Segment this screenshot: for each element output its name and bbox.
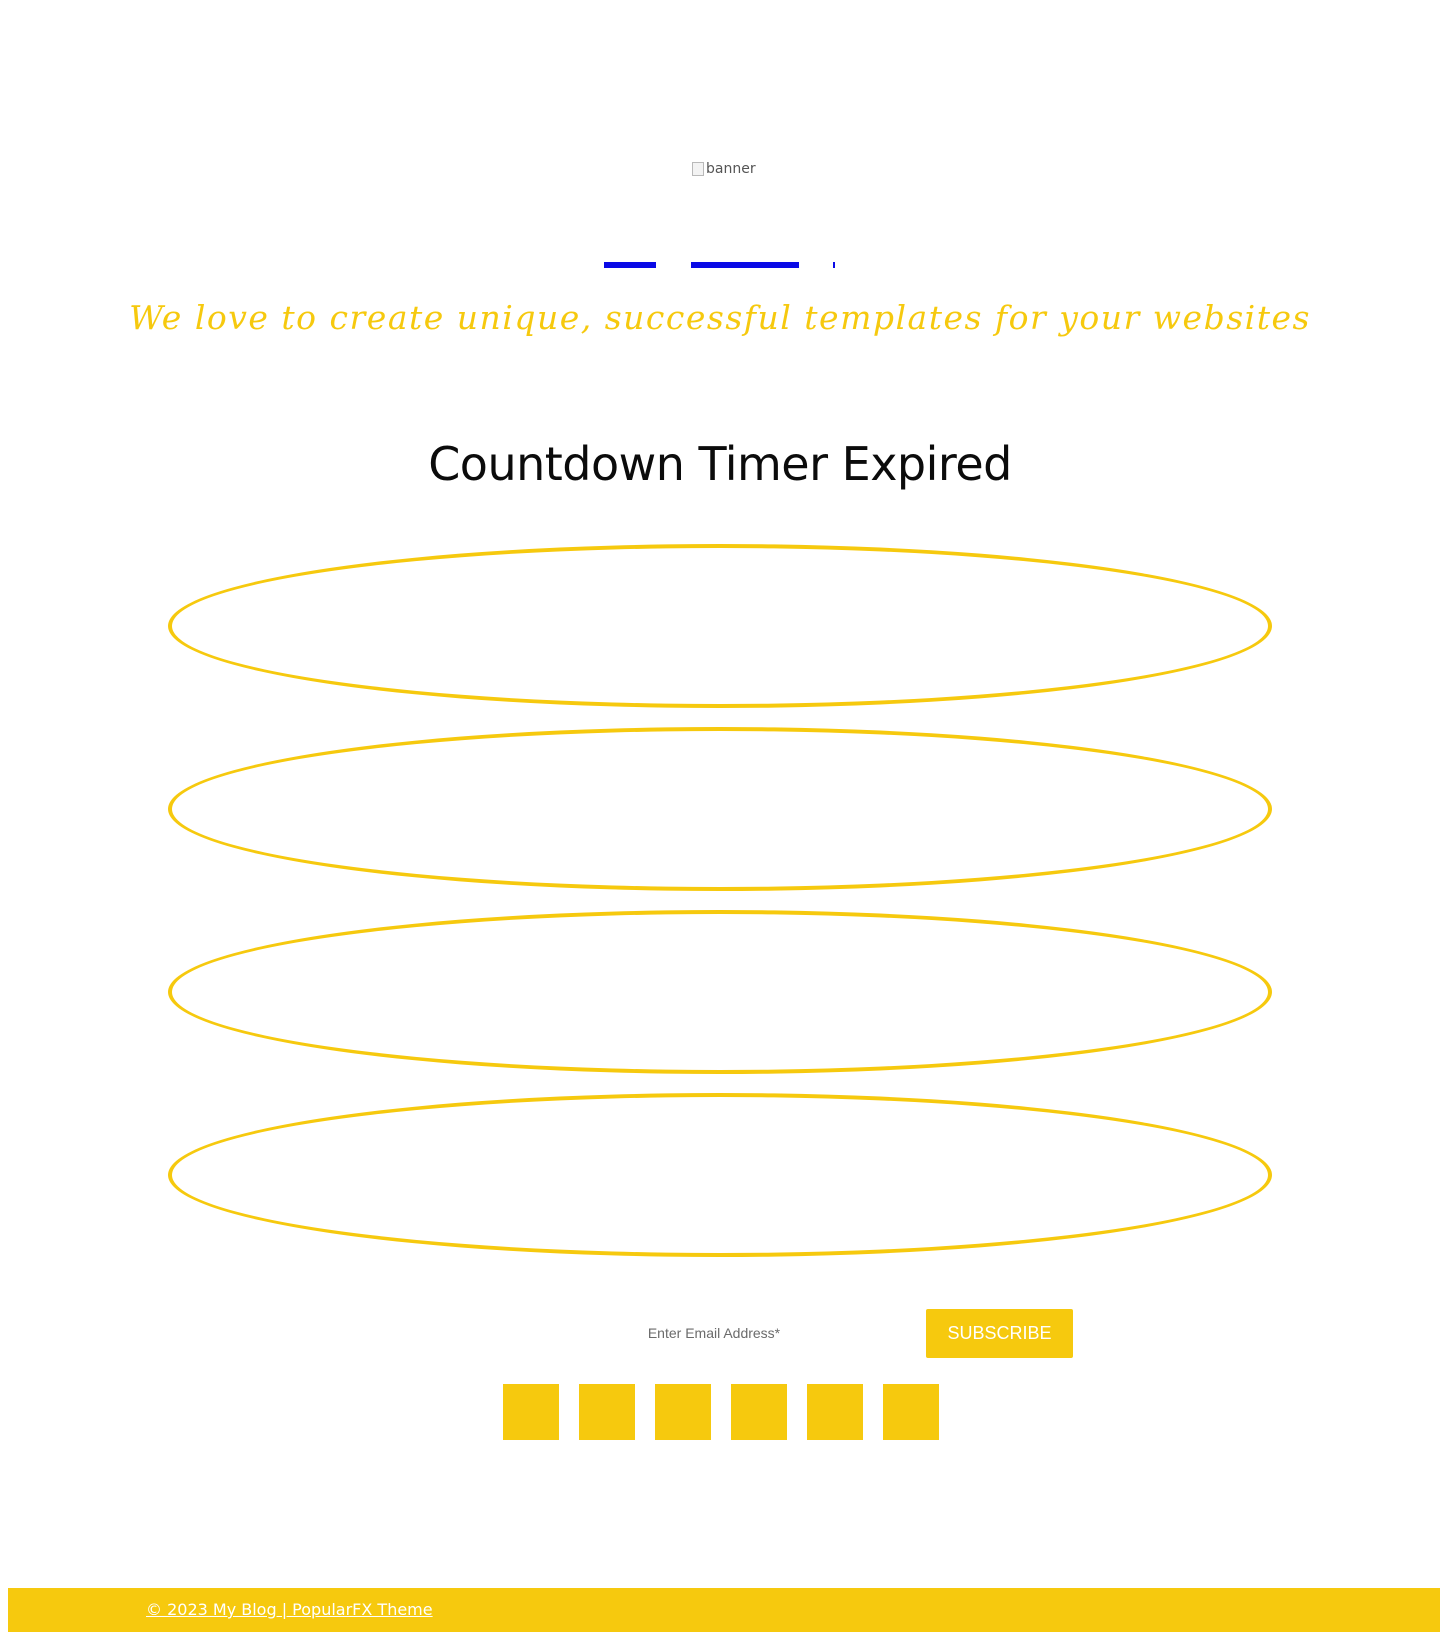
subscribe-form: SUBSCRIBE bbox=[505, 1309, 1073, 1358]
nav-link-2[interactable] bbox=[691, 262, 799, 268]
countdown-ring-days bbox=[168, 544, 1272, 708]
countdown-ring-minutes bbox=[168, 910, 1272, 1074]
social-icon-1[interactable] bbox=[503, 1384, 559, 1440]
footer-copyright-link[interactable]: © 2023 My Blog | PopularFX Theme bbox=[146, 1600, 433, 1619]
broken-image-icon bbox=[692, 162, 704, 176]
banner-alt-text: banner bbox=[706, 161, 756, 177]
social-icon-3[interactable] bbox=[655, 1384, 711, 1440]
email-input[interactable] bbox=[505, 1309, 923, 1357]
countdown-ring-hours bbox=[168, 727, 1272, 891]
social-links bbox=[503, 1384, 939, 1440]
countdown-rings bbox=[168, 544, 1272, 1276]
countdown-title: Countdown Timer Expired bbox=[428, 437, 1012, 491]
social-icon-5[interactable] bbox=[807, 1384, 863, 1440]
footer: © 2023 My Blog | PopularFX Theme bbox=[8, 1588, 1440, 1632]
tagline: We love to create unique, successful tem… bbox=[129, 298, 1311, 337]
social-icon-6[interactable] bbox=[883, 1384, 939, 1440]
nav-link-3[interactable] bbox=[833, 262, 835, 268]
nav-link-1[interactable] bbox=[604, 262, 656, 268]
countdown-ring-seconds bbox=[168, 1093, 1272, 1257]
social-icon-2[interactable] bbox=[579, 1384, 635, 1440]
social-icon-4[interactable] bbox=[731, 1384, 787, 1440]
subscribe-button[interactable]: SUBSCRIBE bbox=[926, 1309, 1073, 1358]
page: banner We love to create unique, success… bbox=[0, 0, 1440, 1632]
banner-image: banner bbox=[692, 158, 756, 180]
